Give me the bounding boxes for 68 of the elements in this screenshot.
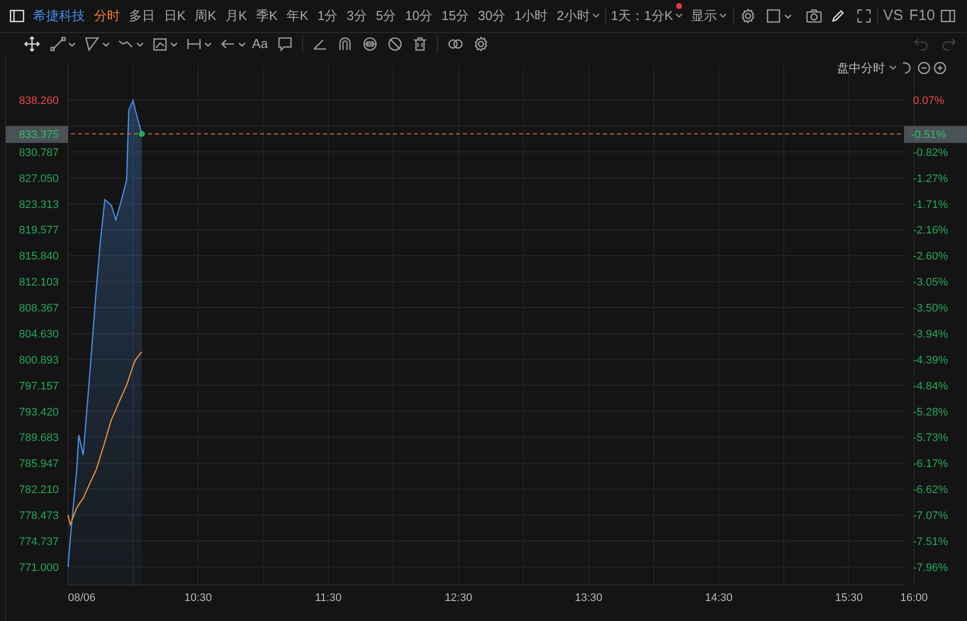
period-tab[interactable]: 月K bbox=[225, 6, 248, 26]
period-tab[interactable]: 1小时 bbox=[514, 6, 548, 26]
price-axis-label: 774.737 bbox=[19, 536, 59, 548]
period-tab[interactable]: 10分 bbox=[405, 6, 433, 26]
price-axis-label: 771.000 bbox=[19, 562, 59, 574]
percent-axis-label: -2.16% bbox=[913, 224, 948, 237]
price-axis-label: 819.577 bbox=[19, 224, 59, 237]
range-selector[interactable]: 1天：1分K bbox=[610, 6, 674, 26]
percent-axis-label: 0.07% bbox=[913, 95, 944, 107]
price-axis-label: 804.630 bbox=[19, 328, 59, 340]
price-axis-label: 830.787 bbox=[19, 146, 59, 159]
time-axis-label: 13:30 bbox=[574, 592, 602, 604]
period-tab[interactable]: 5分 bbox=[376, 6, 396, 26]
current-price-tag: 833.375 bbox=[6, 126, 68, 143]
time-axis-label: 11:30 bbox=[314, 592, 342, 604]
percent-axis-label: -3.50% bbox=[913, 302, 948, 315]
time-axis-label: 14:30 bbox=[705, 592, 733, 604]
percent-axis-label: -6.62% bbox=[913, 484, 948, 496]
price-axis-label: 782.210 bbox=[19, 484, 59, 496]
percent-axis-label: -5.28% bbox=[913, 406, 948, 418]
price-axis-label: 785.947 bbox=[19, 458, 59, 470]
percent-axis-label: -5.73% bbox=[913, 432, 948, 444]
vs-button[interactable]: VS bbox=[883, 4, 904, 28]
percent-axis-label: -7.07% bbox=[913, 510, 948, 522]
period-tab[interactable]: 多日 bbox=[129, 6, 155, 26]
price-axis-label: 823.313 bbox=[19, 198, 59, 211]
text-tool[interactable]: Aa bbox=[252, 34, 268, 54]
price-axis-label: 815.840 bbox=[19, 250, 59, 263]
price-axis-label: 827.050 bbox=[19, 172, 59, 185]
period-tab[interactable]: 15分 bbox=[442, 6, 469, 26]
percent-axis-label: -1.27% bbox=[913, 172, 948, 185]
price-axis-label: 789.683 bbox=[19, 432, 59, 444]
stock-name[interactable]: 希捷科技 bbox=[33, 6, 85, 26]
time-axis-label: 15:30 bbox=[835, 592, 863, 604]
time-axis-label: 12:30 bbox=[444, 592, 472, 604]
price-axis-label: 812.103 bbox=[19, 276, 59, 289]
percent-axis-label: -7.51% bbox=[913, 536, 948, 548]
period-tab[interactable]: 年K bbox=[286, 6, 308, 26]
price-axis-label: 838.260 bbox=[19, 95, 59, 107]
percent-axis-label: -4.84% bbox=[913, 380, 948, 392]
period-tab[interactable]: 1分 bbox=[317, 6, 338, 26]
time-axis-label: 10:30 bbox=[184, 592, 212, 604]
percent-axis-label: -3.94% bbox=[913, 328, 948, 340]
f10-button[interactable]: F10 bbox=[909, 4, 935, 28]
date-label: 08/06 bbox=[68, 592, 96, 604]
price-axis-label: 800.893 bbox=[19, 354, 59, 366]
price-axis-label: 808.367 bbox=[19, 302, 59, 315]
period-tab[interactable]: 30分 bbox=[478, 6, 506, 26]
period-tab[interactable]: 分时 bbox=[94, 6, 120, 26]
price-axis-label: 778.473 bbox=[19, 510, 59, 522]
chart-mode-selector[interactable]: 盘中分时 bbox=[837, 59, 885, 77]
period-tab[interactable]: 周K bbox=[194, 6, 216, 26]
percent-axis-label: -4.39% bbox=[913, 354, 948, 366]
time-axis-label: 16:00 bbox=[900, 592, 928, 604]
period-tab[interactable]: 2小时 bbox=[556, 6, 590, 26]
percent-axis-label: -7.96% bbox=[913, 562, 948, 574]
period-tab[interactable]: 季K bbox=[256, 6, 278, 26]
percent-axis-label: -6.17% bbox=[913, 458, 948, 470]
percent-axis-label: -3.05% bbox=[913, 276, 948, 289]
price-axis-label: 797.157 bbox=[19, 380, 59, 392]
percent-axis-label: -0.82% bbox=[913, 146, 948, 159]
period-tab[interactable]: 3分 bbox=[346, 6, 367, 26]
current-percent-tag: -0.51% bbox=[904, 126, 967, 143]
display-menu[interactable]: 显示 bbox=[691, 6, 718, 26]
period-tab[interactable]: 日K bbox=[164, 6, 186, 26]
percent-axis-label: -2.60% bbox=[913, 250, 948, 263]
price-axis-label: 793.420 bbox=[19, 406, 59, 418]
percent-axis-label: -1.71% bbox=[913, 198, 948, 211]
